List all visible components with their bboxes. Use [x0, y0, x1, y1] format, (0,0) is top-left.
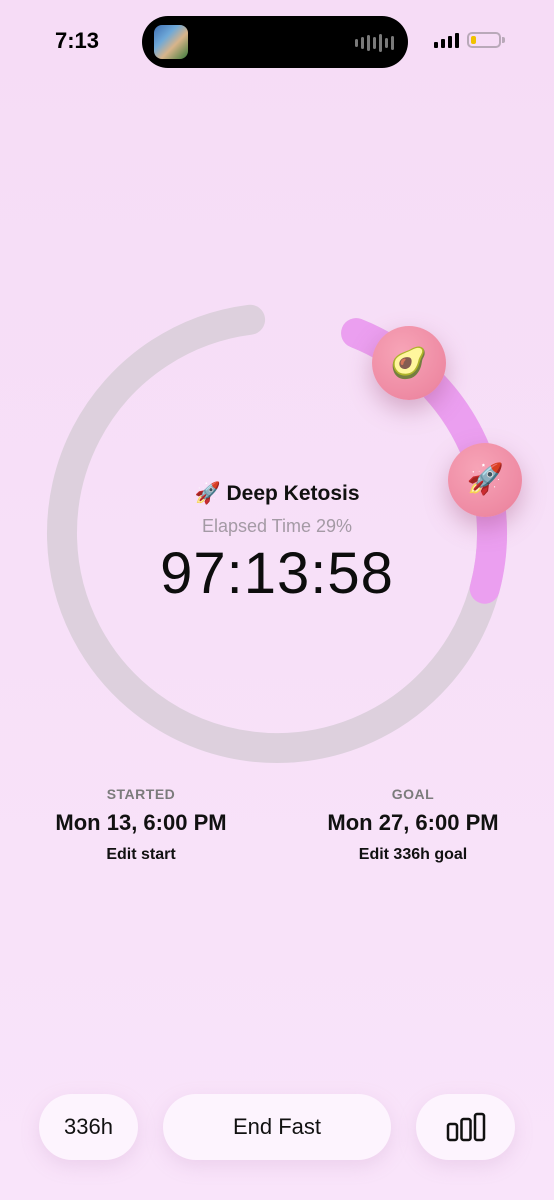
duration-label: 336h — [64, 1114, 113, 1139]
rocket-icon: 🚀 — [194, 482, 221, 505]
elapsed-label: Elapsed Time 29% — [201, 516, 353, 536]
fasting-timer: 97:13:58 — [160, 541, 394, 606]
started-label: STARTED — [106, 786, 176, 802]
stage-name: Deep Ketosis — [226, 482, 360, 505]
avocado-icon: 🥑 — [390, 346, 428, 380]
duration-button[interactable]: 336h — [39, 1094, 138, 1160]
edit-goal-button[interactable]: Edit 336h goal — [293, 846, 533, 864]
started-section: STARTED Mon 13, 6:00 PM Edit start — [21, 786, 261, 864]
goal-value: Mon 27, 6:00 PM — [327, 810, 499, 835]
avocado-milestone-marker[interactable]: 🥑 — [371, 326, 446, 401]
goal-label: GOAL — [391, 786, 435, 802]
started-value: Mon 13, 6:00 PM — [55, 810, 227, 835]
bar-chart-icon — [446, 1112, 485, 1142]
stats-button[interactable] — [416, 1094, 515, 1160]
end-fast-button[interactable]: End Fast — [163, 1094, 391, 1160]
end-fast-label: End Fast — [232, 1114, 322, 1139]
edit-start-button[interactable]: Edit start — [21, 846, 261, 864]
goal-section: GOAL Mon 27, 6:00 PM Edit 336h goal — [293, 786, 533, 864]
fasting-stage-title: 🚀 Deep Ketosis — [0, 482, 554, 506]
